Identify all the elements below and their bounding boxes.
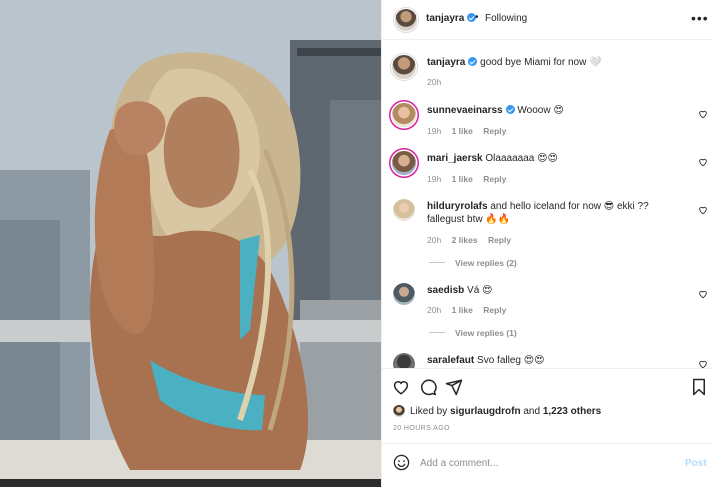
bookmark-icon[interactable] — [690, 378, 708, 396]
comment-meta: 19h 1 like Reply — [427, 126, 514, 136]
smiley-icon[interactable] — [393, 454, 410, 471]
comment-like-heart-icon[interactable] — [698, 205, 708, 215]
heart-icon[interactable] — [392, 378, 410, 396]
following-button[interactable]: Following — [485, 13, 527, 24]
author-username-text[interactable]: tanjayra — [426, 13, 464, 24]
reply-button[interactable]: Reply — [483, 305, 506, 315]
comment-username[interactable]: saedisb — [427, 285, 464, 296]
photo-bottom-strip — [0, 479, 381, 487]
author-avatar[interactable] — [395, 9, 417, 31]
comment-body: Wooow 😍 — [517, 105, 564, 116]
verified-badge-icon — [468, 57, 478, 66]
separator-dot: • — [475, 12, 479, 23]
reply-button[interactable]: Reply — [483, 126, 506, 136]
commenter-avatar[interactable] — [393, 283, 415, 305]
caption-text: tanjayra good bye Miami for now 🤍 — [427, 56, 687, 69]
comment-icon[interactable] — [419, 378, 437, 396]
caption-meta: 20h — [427, 77, 449, 87]
comment-username[interactable]: sunnevaeinarss — [427, 105, 503, 116]
comment-username[interactable]: hilduryrolafs — [427, 201, 488, 212]
author-avatar-caption[interactable] — [392, 55, 416, 79]
commenter-avatar[interactable] — [393, 353, 415, 368]
comment-body: Svo falleg 😍😍 — [477, 355, 545, 366]
view-replies-button[interactable]: View replies (2) — [429, 258, 517, 268]
caption-author[interactable]: tanjayra — [427, 57, 465, 68]
post-panel: tanjayra • Following ••• tanjayra good b… — [381, 0, 713, 487]
commenter-avatar[interactable] — [392, 151, 416, 175]
comment-like-heart-icon[interactable] — [698, 289, 708, 299]
caption-body: good bye Miami for now 🤍 — [480, 57, 602, 68]
share-icon[interactable] — [445, 378, 463, 396]
comment-like-heart-icon[interactable] — [698, 157, 708, 167]
post-actions-bar — [382, 368, 713, 408]
liker-username[interactable]: sigurlaugdrofn — [450, 406, 521, 417]
liked-by: Liked by sigurlaugdrofn and 1,223 others — [393, 405, 601, 417]
comment-likes[interactable]: 1 like — [452, 126, 473, 136]
commenter-avatar[interactable] — [392, 103, 416, 127]
liked-by-joiner: and — [523, 405, 541, 417]
comment-username[interactable]: saralefaut — [427, 355, 474, 366]
reply-button[interactable]: Reply — [488, 235, 511, 245]
reply-button[interactable]: Reply — [483, 174, 506, 184]
post-comment-button[interactable]: Post — [685, 458, 707, 469]
liker-avatar[interactable] — [393, 405, 405, 417]
post-image — [0, 0, 381, 487]
comment-body: Olaaaaaaa 😍😍 — [485, 153, 558, 164]
comment-text: saralefaut Svo falleg 😍😍 — [427, 354, 687, 367]
comment-likes[interactable]: 1 like — [452, 174, 473, 184]
comment-text: saedisb Vá 😍 — [427, 284, 687, 297]
add-comment-bar: Post — [382, 443, 713, 487]
comment-time: 19h — [427, 174, 442, 184]
comment-time: 20h — [427, 305, 442, 315]
liked-by-prefix: Liked by — [410, 405, 448, 417]
comment-like-heart-icon[interactable] — [698, 359, 708, 368]
post-timestamp[interactable]: 20 HOURS AGO — [393, 425, 450, 432]
comment-meta: 20h 2 likes Reply — [427, 235, 519, 245]
post-header: tanjayra • Following ••• — [382, 0, 713, 40]
verified-badge-icon — [505, 105, 515, 114]
comment-meta: 19h 1 like Reply — [427, 174, 514, 184]
comment-time: 20h — [427, 235, 442, 245]
commenter-avatar[interactable] — [393, 199, 415, 221]
comment-like-heart-icon[interactable] — [698, 109, 708, 119]
comment-text: sunnevaeinarss Wooow 😍 — [427, 104, 687, 117]
comments-list[interactable]: tanjayra good bye Miami for now 🤍 20h su… — [382, 41, 713, 368]
post-photo[interactable] — [0, 0, 381, 487]
caption-time: 20h — [427, 77, 442, 87]
comment-likes[interactable]: 1 like — [452, 305, 473, 315]
comment-time: 19h — [427, 126, 442, 136]
comment-likes[interactable]: 2 likes — [452, 235, 478, 245]
more-options-icon[interactable]: ••• — [691, 10, 709, 26]
comment-input[interactable] — [420, 453, 660, 473]
likes-count-link[interactable]: 1,223 others — [543, 406, 601, 417]
comment-text: mari_jaersk Olaaaaaaa 😍😍 — [427, 152, 687, 165]
comment-body: Vá 😍 — [467, 285, 493, 296]
view-replies-button[interactable]: View replies (1) — [429, 328, 517, 338]
comment-text: hilduryrolafs and hello iceland for now … — [427, 200, 687, 226]
comment-username[interactable]: mari_jaersk — [427, 153, 483, 164]
comment-meta: 20h 1 like Reply — [427, 305, 514, 315]
author-username[interactable]: tanjayra — [426, 13, 477, 24]
